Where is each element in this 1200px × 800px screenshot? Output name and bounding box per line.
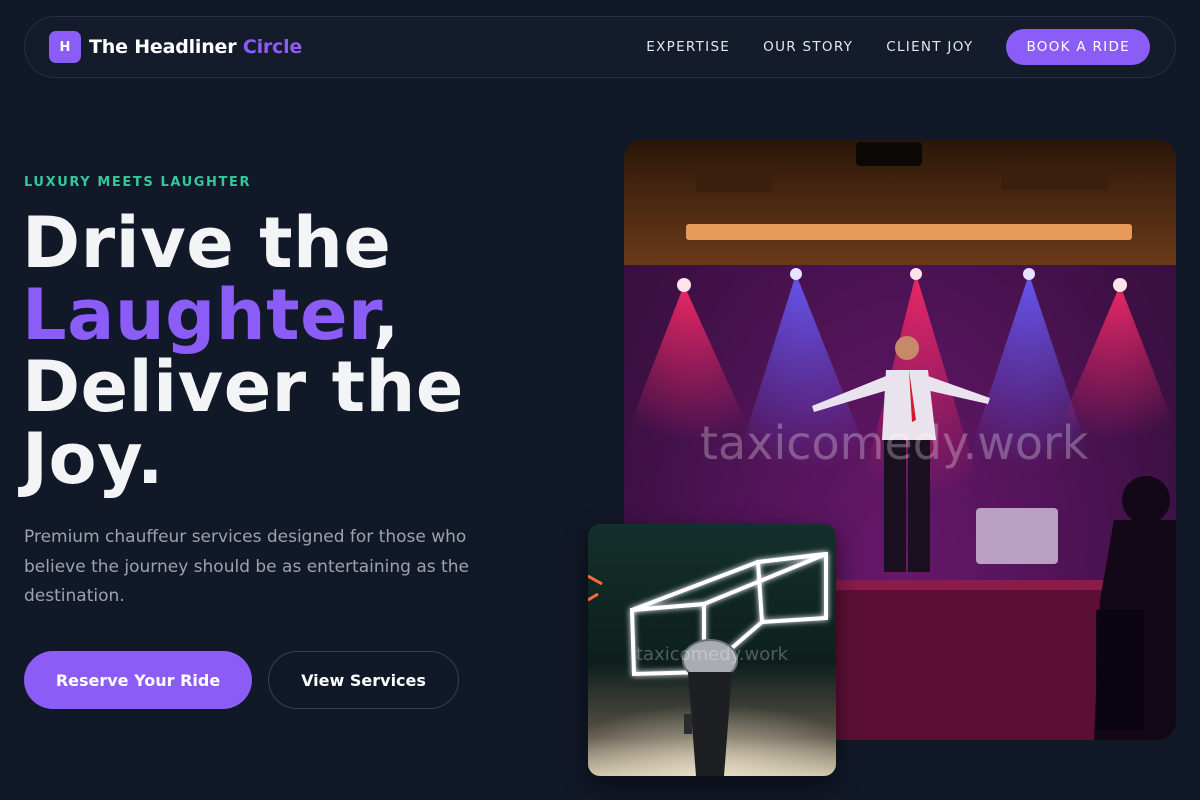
view-services-button[interactable]: View Services	[268, 651, 459, 709]
headline-line-4: Joy.	[22, 418, 164, 500]
navbar: H The Headliner Circle EXPERTISE OUR STO…	[24, 16, 1176, 78]
hero-eyebrow: LUXURY MEETS LAUGHTER	[24, 175, 252, 190]
nav-link-client-joy[interactable]: CLIENT JOY	[886, 39, 973, 55]
book-a-ride-button[interactable]: BOOK A RIDE	[1006, 29, 1150, 65]
brand-name: The Headliner Circle	[89, 36, 302, 58]
nav-link-our-story[interactable]: OUR STORY	[763, 39, 853, 55]
hero-headline: Drive the Laughter, Deliver the Joy.	[22, 207, 464, 495]
reserve-your-ride-button[interactable]: Reserve Your Ride	[24, 651, 252, 709]
brand-logo[interactable]: H The Headliner Circle	[49, 31, 302, 63]
headline-line-1: Drive the	[22, 202, 392, 284]
brand-name-main: The Headliner	[89, 36, 237, 58]
hero-subcopy: Premium chauffeur services designed for …	[24, 527, 469, 606]
mic-photo-watermark: taxicomedy.work	[636, 644, 789, 665]
headline-line-3: Deliver the	[22, 346, 464, 428]
headline-accent: Laughter	[22, 274, 373, 356]
headline-comma: ,	[372, 274, 400, 356]
stage-photo-watermark: taxicomedy.work	[700, 416, 1089, 470]
brand-name-accent: Circle	[242, 36, 303, 58]
nav-links: EXPERTISE OUR STORY CLIENT JOY BOOK A RI…	[646, 29, 1151, 65]
microphone-photo: taxicomedy.work	[588, 524, 836, 776]
nav-link-expertise[interactable]: EXPERTISE	[646, 39, 730, 55]
logo-badge: H	[49, 31, 81, 63]
